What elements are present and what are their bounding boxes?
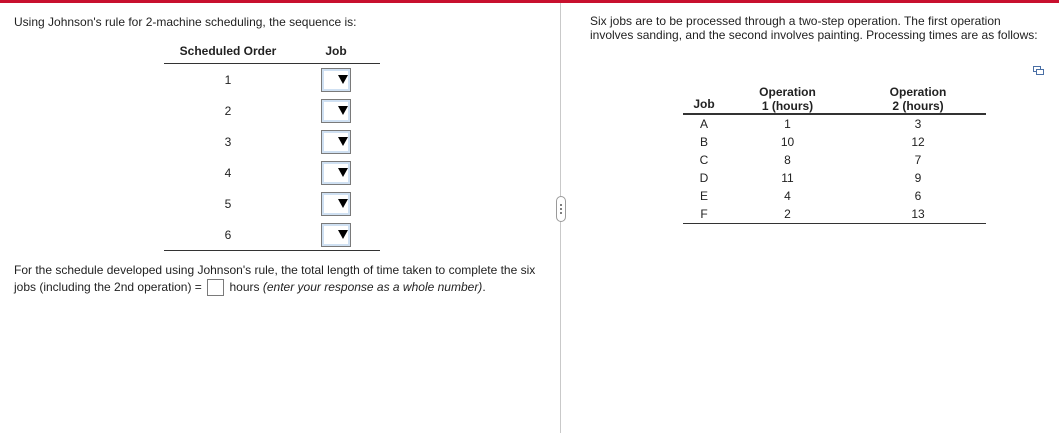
header-operation-1: Operation 1 (hours) bbox=[759, 85, 816, 113]
question-text: For the schedule developed using Johnson… bbox=[14, 262, 544, 297]
op1-cell: 10 bbox=[780, 135, 795, 149]
table-row: D 11 9 bbox=[683, 169, 986, 187]
job-select-1[interactable] bbox=[321, 67, 351, 92]
op1-cell: 11 bbox=[781, 171, 794, 185]
op1-cell: 4 bbox=[784, 189, 791, 203]
table-row: 5 bbox=[164, 188, 380, 219]
table-bottom-border bbox=[164, 250, 380, 251]
answer-input[interactable] bbox=[207, 279, 225, 297]
table-row: E 4 6 bbox=[683, 187, 986, 205]
job-select-4[interactable] bbox=[321, 160, 351, 185]
intro-text: Using Johnson's rule for 2-machine sched… bbox=[14, 15, 357, 29]
op1-cell: 2 bbox=[784, 207, 791, 221]
processing-table-header: Job Operation 1 (hours) Operation 2 (hou… bbox=[683, 80, 986, 115]
job-cell: C bbox=[699, 153, 709, 167]
table-row: F 2 13 bbox=[683, 205, 986, 223]
order-number: 6 bbox=[224, 227, 232, 242]
problem-statement: Six jobs are to be processed through a t… bbox=[590, 14, 1038, 42]
left-pane: Using Johnson's rule for 2-machine sched… bbox=[0, 0, 560, 433]
table-row: 4 bbox=[164, 157, 380, 188]
table-row: 2 bbox=[164, 95, 380, 126]
dropdown-arrow-icon bbox=[338, 168, 348, 177]
job-select-5[interactable] bbox=[321, 191, 351, 216]
op1-cell: 1 bbox=[784, 117, 791, 131]
schedule-table-header: Scheduled Order Job bbox=[164, 44, 380, 64]
dropdown-arrow-icon bbox=[338, 230, 348, 239]
answer-units: hours bbox=[229, 280, 260, 294]
job-cell: F bbox=[700, 207, 708, 221]
dropdown-arrow-icon bbox=[338, 75, 348, 84]
dropdown-arrow-icon bbox=[338, 137, 348, 146]
dropdown-arrow-icon bbox=[338, 106, 348, 115]
order-number: 5 bbox=[224, 196, 232, 211]
job-cell: B bbox=[699, 135, 708, 149]
processing-times-table: Job Operation 1 (hours) Operation 2 (hou… bbox=[683, 80, 986, 224]
table-row: 3 bbox=[164, 126, 380, 157]
table-row: A 1 3 bbox=[683, 115, 986, 133]
schedule-table: Scheduled Order Job 1 2 3 4 5 6 bbox=[164, 44, 380, 251]
table-row: B 10 12 bbox=[683, 133, 986, 151]
op2-cell: 6 bbox=[914, 189, 922, 203]
op2-cell: 3 bbox=[914, 117, 922, 131]
op2-cell: 13 bbox=[911, 207, 925, 221]
order-number: 3 bbox=[224, 134, 232, 149]
header-operation-2: Operation 2 (hours) bbox=[889, 85, 947, 113]
job-cell: A bbox=[699, 117, 708, 131]
header-job: Job bbox=[693, 97, 715, 111]
op2-cell: 12 bbox=[911, 135, 925, 149]
copy-icon[interactable] bbox=[1033, 66, 1045, 76]
job-cell: E bbox=[699, 189, 708, 203]
dropdown-arrow-icon bbox=[338, 199, 348, 208]
answer-hint: (enter your response as a whole number) bbox=[262, 280, 483, 294]
order-number: 2 bbox=[224, 103, 232, 118]
job-select-2[interactable] bbox=[321, 98, 351, 123]
table-row: 6 bbox=[164, 219, 380, 250]
order-number: 4 bbox=[224, 165, 232, 180]
header-job: Job bbox=[325, 44, 347, 58]
table-row: 1 bbox=[164, 64, 380, 95]
right-pane: Six jobs are to be processed through a t… bbox=[562, 0, 1059, 433]
op1-cell: 8 bbox=[784, 153, 791, 167]
table-bottom-border bbox=[683, 223, 986, 224]
table-row: C 8 7 bbox=[683, 151, 986, 169]
question-period: . bbox=[482, 280, 486, 294]
job-cell: D bbox=[699, 171, 709, 185]
op2-cell: 9 bbox=[914, 171, 922, 185]
job-select-3[interactable] bbox=[321, 129, 351, 154]
op2-cell: 7 bbox=[914, 153, 922, 167]
order-number: 1 bbox=[224, 72, 232, 87]
header-scheduled-order: Scheduled Order bbox=[179, 44, 277, 58]
job-select-6[interactable] bbox=[321, 222, 351, 247]
